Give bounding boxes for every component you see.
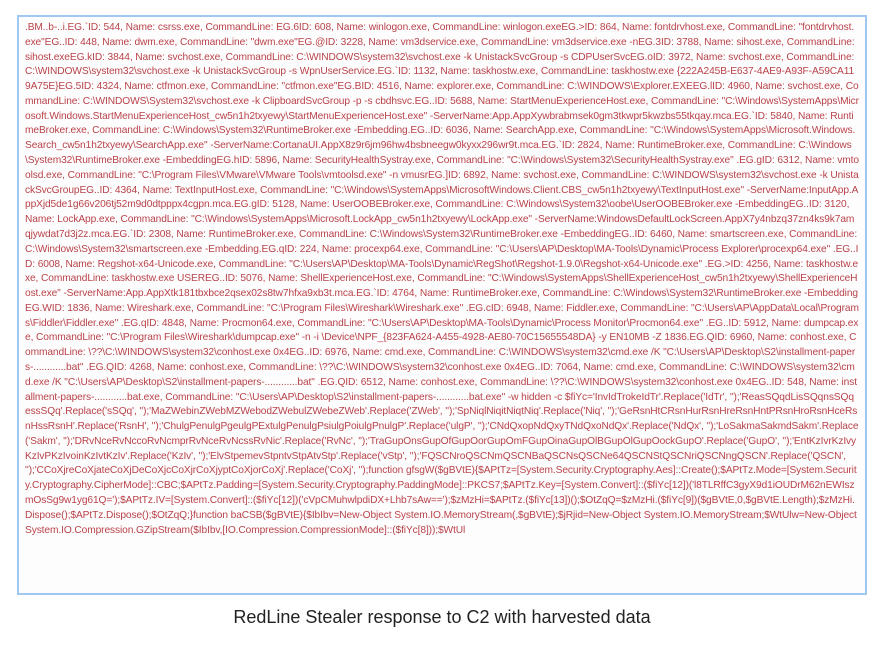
figure-caption: RedLine Stealer response to C2 with harv… <box>233 607 650 628</box>
response-data-block: .BM..b-..i.EG.`ID: 544, Name: csrss.exe,… <box>17 15 867 595</box>
response-data-text: .BM..b-..i.EG.`ID: 544, Name: csrss.exe,… <box>25 21 859 538</box>
